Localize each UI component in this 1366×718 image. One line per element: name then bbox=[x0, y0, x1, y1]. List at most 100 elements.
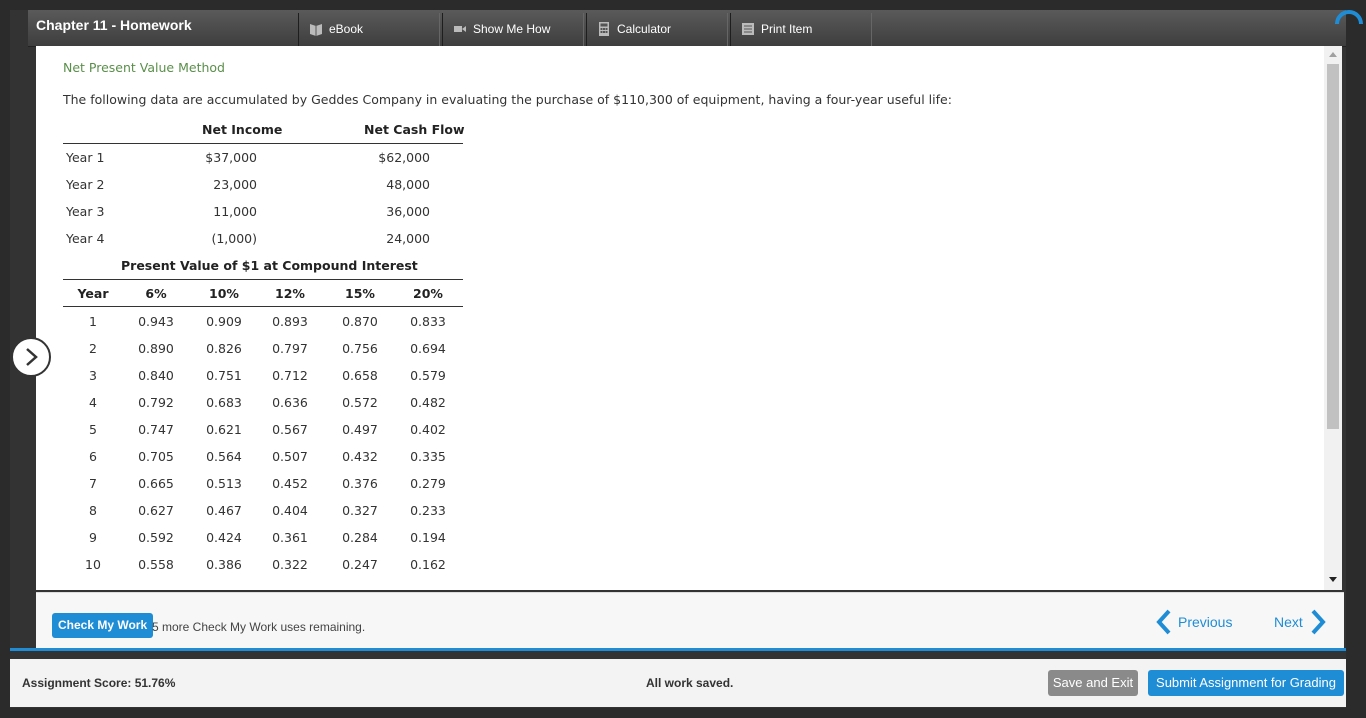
pv-factor-cell: 0.943 bbox=[138, 314, 174, 329]
net-income-value: (1,000) bbox=[211, 231, 257, 246]
pv-factor-cell: 0.497 bbox=[342, 422, 378, 437]
pv-year-cell: 4 bbox=[89, 395, 97, 410]
footer-bar: Assignment Score: 51.76% All work saved.… bbox=[10, 659, 1346, 707]
pv-factor-cell: 0.756 bbox=[342, 341, 378, 356]
chevron-right-icon bbox=[26, 348, 38, 366]
save-and-exit-button[interactable]: Save and Exit bbox=[1048, 670, 1138, 696]
action-bar: Check My Work 5 more Check My Work uses … bbox=[36, 592, 1344, 649]
pv-year-cell: 7 bbox=[89, 476, 97, 491]
tab-calculator[interactable]: Calculator bbox=[586, 13, 728, 46]
pv-year-cell: 10 bbox=[85, 557, 101, 572]
vertical-scrollbar[interactable] bbox=[1324, 46, 1342, 590]
net-income-value: 11,000 bbox=[213, 204, 257, 219]
chevron-left-icon bbox=[1156, 609, 1171, 635]
scroll-down-icon[interactable] bbox=[1329, 577, 1337, 582]
tab-show-me-how[interactable]: Show Me How bbox=[442, 13, 584, 46]
pv-table-title: Present Value of $1 at Compound Interest bbox=[121, 258, 418, 273]
pv-factor-cell: 0.452 bbox=[272, 476, 308, 491]
pv-factor-cell: 0.284 bbox=[342, 530, 378, 545]
net-cash-flow-value: $62,000 bbox=[378, 150, 430, 165]
pv-factor-cell: 0.194 bbox=[410, 530, 446, 545]
pv-factor-cell: 0.322 bbox=[272, 557, 308, 572]
tab-print-item[interactable]: Print Item bbox=[730, 13, 872, 46]
pv-factor-cell: 0.386 bbox=[206, 557, 242, 572]
pv-year-cell: 3 bbox=[89, 368, 97, 383]
pv-factor-cell: 0.335 bbox=[410, 449, 446, 464]
pv-factor-cell: 0.665 bbox=[138, 476, 174, 491]
pv-header-rate: 6% bbox=[145, 286, 167, 301]
pv-factor-cell: 0.833 bbox=[410, 314, 446, 329]
pv-factor-cell: 0.233 bbox=[410, 503, 446, 518]
pv-factor-cell: 0.890 bbox=[138, 341, 174, 356]
pv-factor-cell: 0.712 bbox=[272, 368, 308, 383]
pv-factor-cell: 0.572 bbox=[342, 395, 378, 410]
pv-factor-cell: 0.621 bbox=[206, 422, 242, 437]
tab-calculator-label: Calculator bbox=[617, 22, 672, 36]
pv-factor-cell: 0.658 bbox=[342, 368, 378, 383]
pv-factor-cell: 0.627 bbox=[138, 503, 174, 518]
top-toolbar: Chapter 11 - Homework eBook Show Me How … bbox=[28, 10, 1346, 47]
year-label: Year 2 bbox=[66, 177, 105, 192]
expand-panel-button[interactable] bbox=[11, 337, 51, 377]
help-icon[interactable] bbox=[1334, 4, 1364, 24]
net-cash-flow-value: 48,000 bbox=[386, 177, 430, 192]
table-rule bbox=[63, 279, 463, 280]
tab-ebook[interactable]: eBook bbox=[298, 13, 440, 46]
pv-factor-cell: 0.376 bbox=[342, 476, 378, 491]
pv-factor-cell: 0.747 bbox=[138, 422, 174, 437]
pv-factor-cell: 0.558 bbox=[138, 557, 174, 572]
book-icon bbox=[310, 24, 322, 36]
progress-strip bbox=[10, 648, 1346, 651]
assignment-title: Chapter 11 - Homework bbox=[36, 17, 192, 33]
pv-header-rate: 10% bbox=[209, 286, 239, 301]
question-intro: The following data are accumulated by Ge… bbox=[63, 92, 952, 107]
pv-header-rate: 20% bbox=[413, 286, 443, 301]
pv-factor-cell: 0.564 bbox=[206, 449, 242, 464]
pv-header-year: Year bbox=[77, 286, 109, 301]
pv-factor-cell: 0.705 bbox=[138, 449, 174, 464]
pv-factor-cell: 0.893 bbox=[272, 314, 308, 329]
scroll-up-icon[interactable] bbox=[1329, 52, 1337, 57]
pv-factor-cell: 0.592 bbox=[138, 530, 174, 545]
tab-ebook-label: eBook bbox=[329, 22, 364, 36]
pv-factor-cell: 0.826 bbox=[206, 341, 242, 356]
pv-factor-cell: 0.432 bbox=[342, 449, 378, 464]
net-income-value: $37,000 bbox=[205, 150, 257, 165]
pv-factor-cell: 0.467 bbox=[206, 503, 242, 518]
pv-factor-cell: 0.683 bbox=[206, 395, 242, 410]
pv-year-cell: 1 bbox=[89, 314, 97, 329]
save-status: All work saved. bbox=[646, 676, 734, 690]
year-label: Year 4 bbox=[66, 231, 105, 246]
question-panel: Net Present Value Method The following d… bbox=[36, 46, 1342, 590]
net-cash-flow-value: 24,000 bbox=[386, 231, 430, 246]
calculator-icon bbox=[599, 22, 609, 36]
pv-factor-cell: 0.751 bbox=[206, 368, 242, 383]
pv-year-cell: 2 bbox=[89, 341, 97, 356]
submit-assignment-button[interactable]: Submit Assignment for Grading bbox=[1148, 670, 1344, 696]
header-net-income: Net Income bbox=[202, 122, 283, 137]
pv-header-rate: 12% bbox=[275, 286, 305, 301]
next-label: Next bbox=[1274, 614, 1303, 630]
pv-factor-cell: 0.870 bbox=[342, 314, 378, 329]
year-label: Year 3 bbox=[66, 204, 105, 219]
pv-factor-cell: 0.797 bbox=[272, 341, 308, 356]
pv-year-cell: 8 bbox=[89, 503, 97, 518]
pv-factor-cell: 0.579 bbox=[410, 368, 446, 383]
pv-year-cell: 6 bbox=[89, 449, 97, 464]
previous-label: Previous bbox=[1178, 614, 1233, 630]
net-income-value: 23,000 bbox=[213, 177, 257, 192]
header-net-cash-flow: Net Cash Flow bbox=[364, 122, 465, 137]
pv-factor-cell: 0.792 bbox=[138, 395, 174, 410]
question-title: Net Present Value Method bbox=[63, 60, 225, 75]
pv-year-cell: 9 bbox=[89, 530, 97, 545]
check-my-work-note: 5 more Check My Work uses remaining. bbox=[152, 620, 366, 634]
year-label: Year 1 bbox=[66, 150, 105, 165]
chevron-right-icon bbox=[1311, 609, 1326, 635]
pv-factor-cell: 0.424 bbox=[206, 530, 242, 545]
pv-factor-cell: 0.162 bbox=[410, 557, 446, 572]
pv-factor-cell: 0.636 bbox=[272, 395, 308, 410]
pv-factor-cell: 0.404 bbox=[272, 503, 308, 518]
check-my-work-button[interactable]: Check My Work bbox=[52, 613, 154, 638]
scroll-thumb[interactable] bbox=[1327, 64, 1339, 429]
tab-show-me-how-label: Show Me How bbox=[473, 22, 551, 36]
